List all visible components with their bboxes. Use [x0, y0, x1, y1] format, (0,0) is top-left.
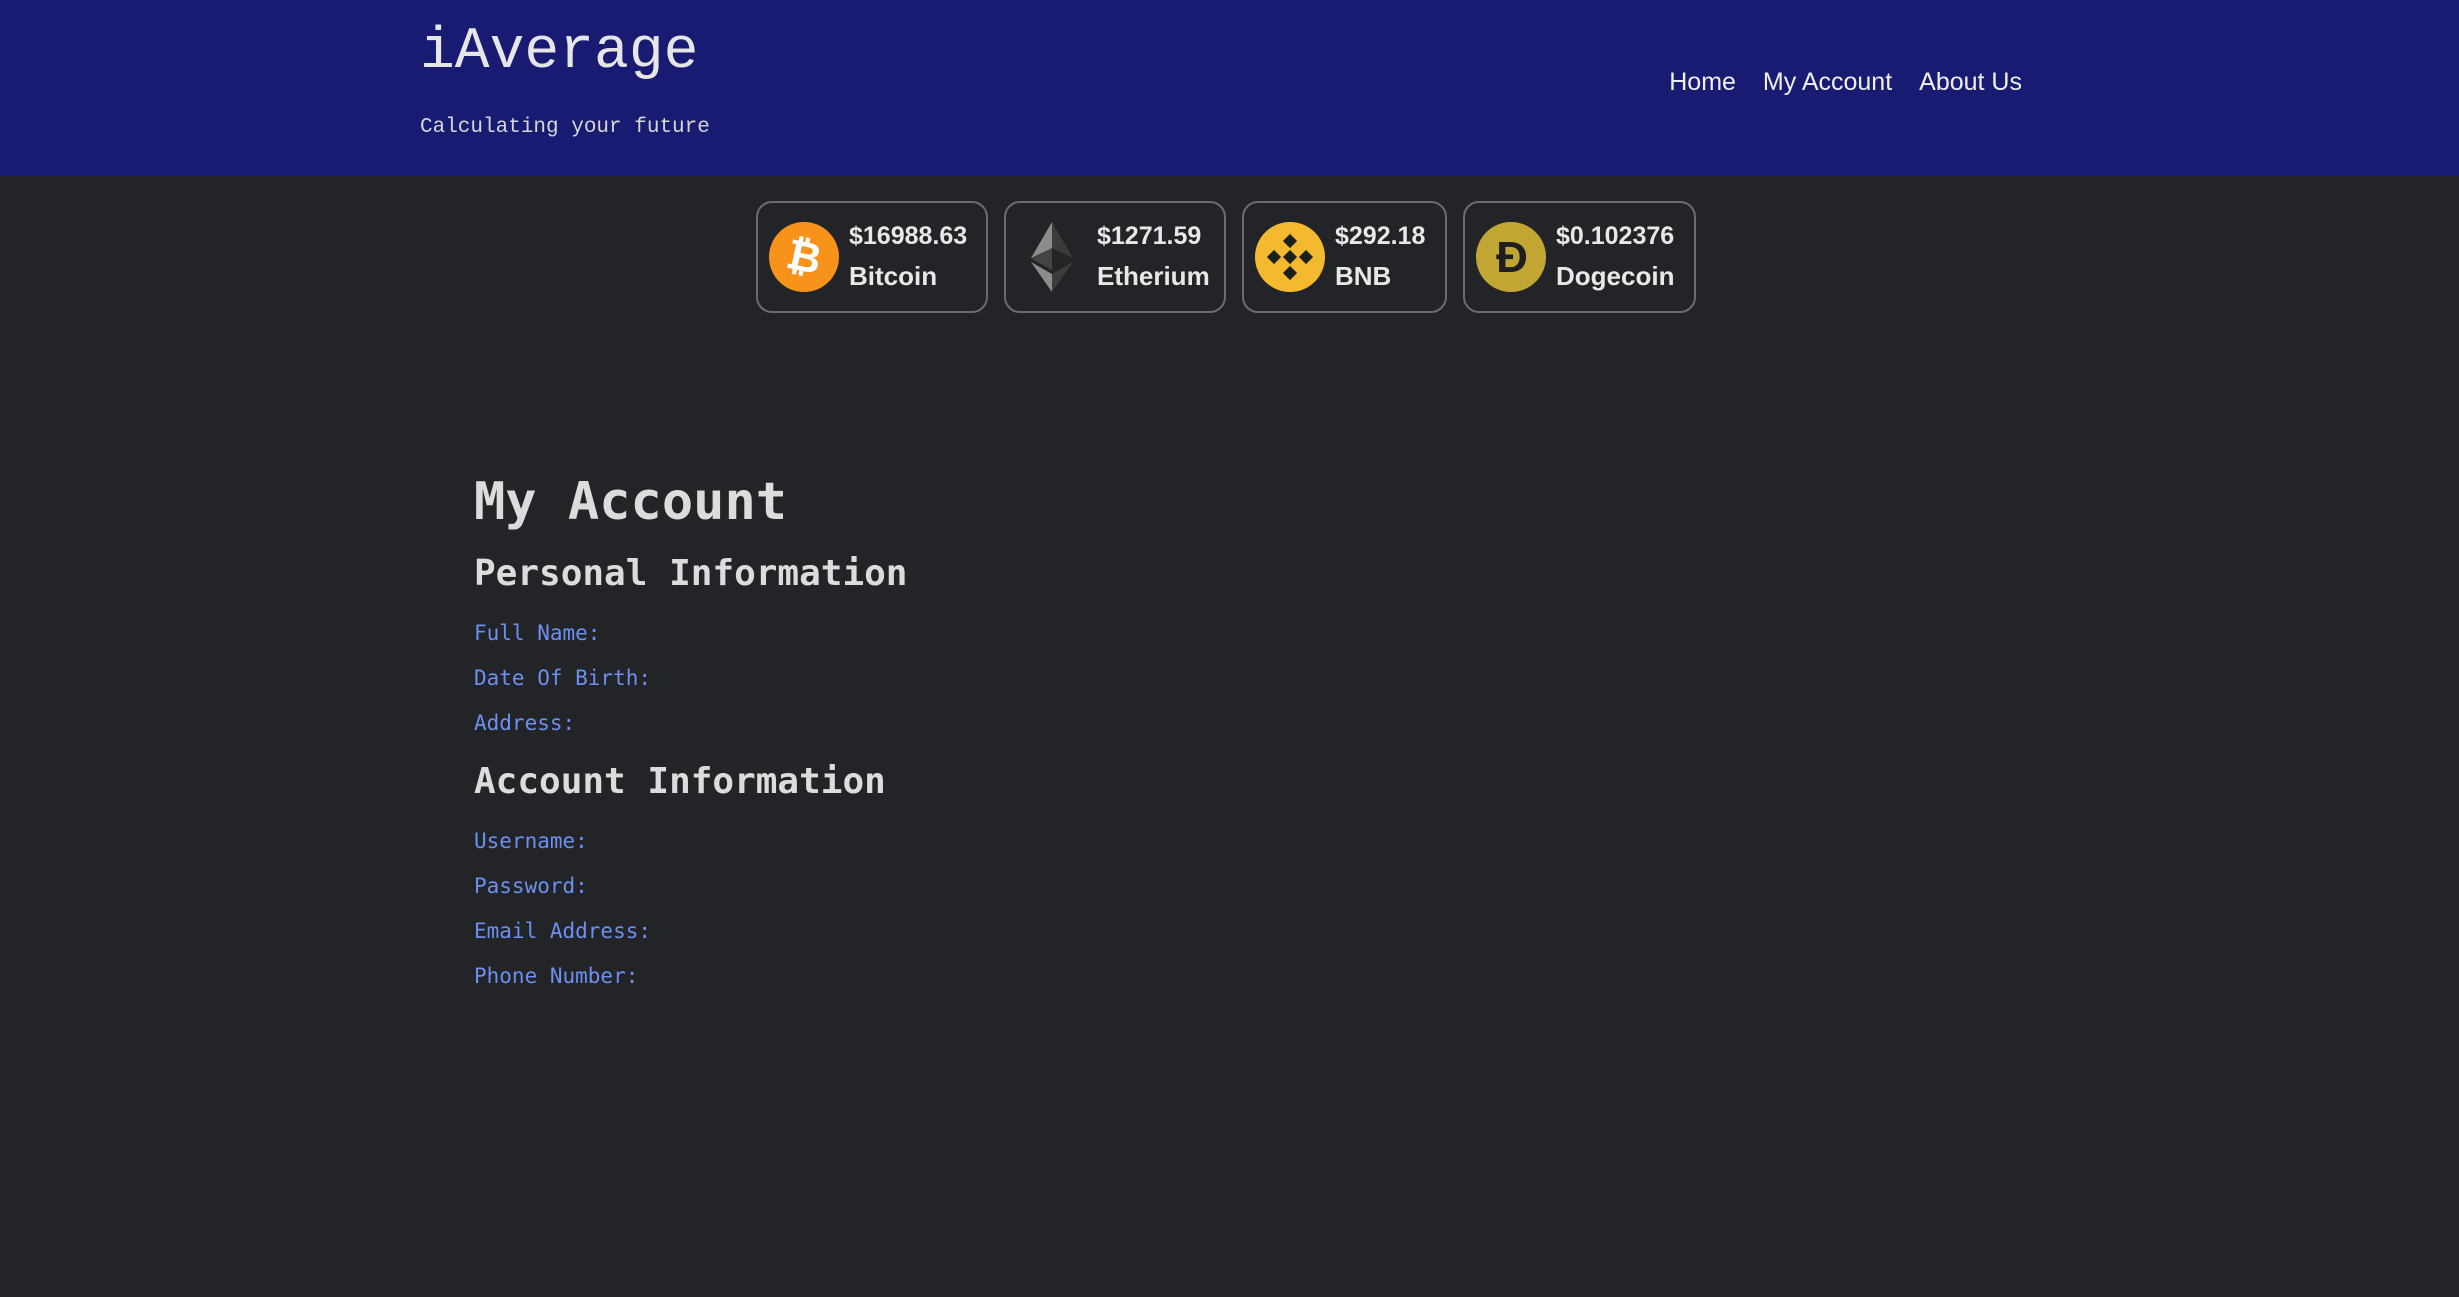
account-info-heading: Account Information [474, 761, 886, 802]
coin-price: $0.102376 [1556, 222, 1675, 250]
bitcoin-icon: ₿ [769, 222, 839, 292]
coin-price: $1271.59 [1097, 222, 1202, 250]
brand-tagline: Calculating your future [420, 116, 710, 139]
dogecoin-icon: Ð [1476, 222, 1546, 292]
nav-home-link[interactable]: Home [1669, 68, 1736, 97]
coin-info: $0.102376 Dogecoin [1556, 222, 1674, 292]
site-header: iAverage Calculating your future Home My… [0, 0, 2459, 176]
coin-name: Bitcoin [849, 261, 938, 291]
full-name-label: Full Name: [474, 621, 601, 645]
password-label: Password: [474, 874, 588, 898]
svg-text:₿: ₿ [782, 230, 825, 283]
email-address-label: Email Address: [474, 919, 652, 943]
page-title: My Account [474, 472, 788, 532]
phone-number-label: Phone Number: [474, 964, 639, 988]
coin-card-dogecoin[interactable]: Ð $0.102376 Dogecoin [1463, 201, 1696, 313]
coin-name: Etherium [1097, 261, 1210, 291]
coin-name: Dogecoin [1556, 261, 1675, 291]
coin-name: BNB [1335, 261, 1392, 291]
coin-info: $292.18 BNB [1335, 222, 1425, 292]
nav-my-account-link[interactable]: My Account [1763, 68, 1892, 97]
coin-card-ethereum[interactable]: $1271.59 Etherium [1004, 201, 1226, 313]
address-label: Address: [474, 711, 576, 735]
crypto-ticker: ₿ $16988.63 Bitcoin $1271.59 Etherium $2… [756, 201, 1696, 313]
personal-info-heading: Personal Information [474, 553, 908, 594]
brand[interactable]: iAverage Calculating your future [420, 18, 710, 139]
svg-text:Ð: Ð [1496, 233, 1528, 282]
coin-card-bnb[interactable]: $292.18 BNB [1242, 201, 1447, 313]
coin-price: $16988.63 [849, 222, 968, 250]
username-label: Username: [474, 829, 588, 853]
main-nav: Home My Account About Us [1669, 68, 2022, 97]
coin-info: $16988.63 Bitcoin [849, 222, 967, 292]
coin-price: $292.18 [1335, 222, 1426, 250]
ethereum-icon [1017, 222, 1087, 292]
brand-title[interactable]: iAverage [420, 18, 710, 88]
coin-card-bitcoin[interactable]: ₿ $16988.63 Bitcoin [756, 201, 988, 313]
coin-info: $1271.59 Etherium [1097, 222, 1210, 292]
nav-about-us-link[interactable]: About Us [1919, 68, 2022, 97]
bnb-icon [1255, 222, 1325, 292]
date-of-birth-label: Date Of Birth: [474, 666, 652, 690]
account-page: My Account Personal Information Full Nam… [474, 470, 907, 989]
